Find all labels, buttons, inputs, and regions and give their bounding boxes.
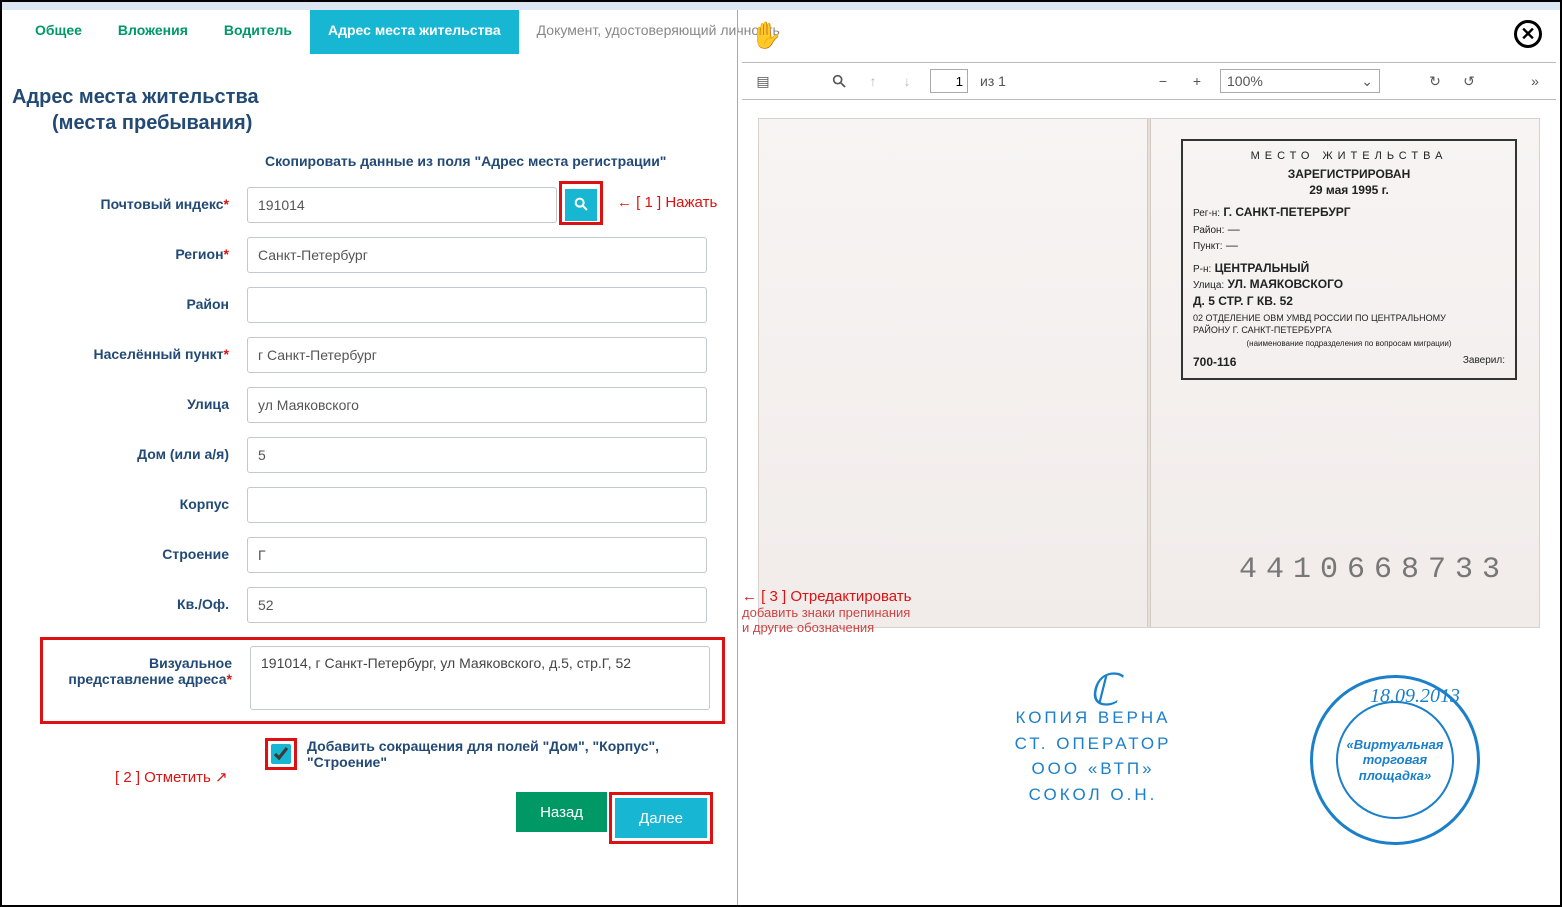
label-korpus: Корпус — [12, 487, 247, 512]
find-icon[interactable] — [828, 70, 850, 92]
rotate-ccw-icon[interactable]: ↺ — [1458, 70, 1480, 92]
locality-input[interactable] — [247, 337, 707, 373]
zoom-in-icon[interactable]: + — [1186, 70, 1208, 92]
tab-address[interactable]: Адрес места жительства — [310, 10, 519, 54]
back-button[interactable]: Назад — [516, 792, 607, 832]
sidebar-toggle-icon[interactable]: ▤ — [752, 70, 774, 92]
document-area[interactable]: МЕСТО ЖИТЕЛЬСТВА ЗАРЕГИСТРИРОВАН 29 мая … — [748, 106, 1550, 895]
passport-number: 4410668733 — [1193, 553, 1509, 587]
page-total-label: из 1 — [980, 73, 1006, 89]
postcode-search-button[interactable] — [565, 189, 597, 221]
label-locality: Населённый пункт — [12, 337, 247, 362]
visual-address-group: Визуальное представление адреса 191014, … — [40, 637, 725, 724]
tab-attachments[interactable]: Вложения — [100, 10, 206, 54]
form-pane: Общее Вложения Водитель Адрес места жите… — [2, 10, 737, 905]
annotation-1: ← [ 1 ] Нажать — [617, 194, 717, 211]
passport-scan: МЕСТО ЖИТЕЛЬСТВА ЗАРЕГИСТРИРОВАН 29 мая … — [758, 118, 1540, 628]
street-input[interactable] — [247, 387, 707, 423]
certification-area: ℂ КОПИЯ ВЕРНА СТ. ОПЕРАТОР ООО «ВТП» СОК… — [988, 675, 1510, 855]
page-subtitle: (места пребывания) — [12, 112, 727, 135]
page-up-icon[interactable]: ↑ — [862, 70, 884, 92]
building-input[interactable] — [247, 537, 707, 573]
registration-stamp: МЕСТО ЖИТЕЛЬСТВА ЗАРЕГИСТРИРОВАН 29 мая … — [1181, 139, 1517, 380]
more-tools-icon[interactable]: » — [1524, 70, 1546, 92]
round-seal: «Виртуальная торговая площадка» — [1310, 675, 1480, 845]
close-button[interactable]: ✕ — [1514, 20, 1542, 48]
rotate-cw-icon[interactable]: ↻ — [1424, 70, 1446, 92]
visual-address-textarea[interactable]: 191014, г Санкт-Петербург, ул Маяковског… — [250, 646, 710, 710]
annotation-box-next: Далее — [609, 792, 713, 844]
label-apt: Кв./Оф. — [12, 587, 247, 612]
abbrev-checkbox-label: Добавить сокращения для полей "Дом", "Ко… — [307, 738, 727, 770]
copy-verified-text: КОПИЯ ВЕРНА СТ. ОПЕРАТОР ООО «ВТП» СОКОЛ… — [988, 705, 1198, 807]
search-icon — [573, 196, 589, 215]
label-postcode: Почтовый индекс — [12, 187, 247, 212]
page-number-input[interactable] — [930, 69, 968, 93]
next-button[interactable]: Далее — [615, 798, 707, 838]
tabs-bar: Общее Вложения Водитель Адрес места жите… — [17, 10, 727, 54]
chevron-down-icon: ⌄ — [1361, 73, 1373, 90]
zoom-value: 100% — [1227, 73, 1263, 89]
district-input[interactable] — [247, 287, 707, 323]
page-down-icon[interactable]: ↓ — [896, 70, 918, 92]
copy-from-registration-link[interactable]: Скопировать данные из поля "Адрес места … — [265, 153, 727, 169]
house-input[interactable] — [247, 437, 707, 473]
label-region: Регион — [12, 237, 247, 262]
drag-icon[interactable]: ✋ — [750, 20, 782, 51]
viewer-toolbar: ▤ ↑ ↓ из 1 − + 100% ⌄ ↻ ↺ » — [742, 62, 1556, 100]
annotation-3: ← [ 3 ] Отредактировать добавить знаки п… — [742, 588, 912, 635]
annotation-2: [ 2 ] Отметить ↗ — [115, 768, 228, 786]
abbrev-checkbox[interactable] — [271, 744, 291, 764]
label-house: Дом (или а/я) — [12, 437, 247, 462]
tab-general[interactable]: Общее — [17, 10, 100, 54]
page-title: Адрес места жительства — [12, 84, 727, 110]
korpus-input[interactable] — [247, 487, 707, 523]
zoom-select[interactable]: 100% ⌄ — [1220, 69, 1380, 93]
document-viewer-pane: ✋ ✕ ▤ ↑ ↓ из 1 − + 100% ⌄ ↻ ↺ » — [737, 10, 1560, 905]
zoom-out-icon[interactable]: − — [1152, 70, 1174, 92]
apt-input[interactable] — [247, 587, 707, 623]
region-input[interactable] — [247, 237, 707, 273]
label-district: Район — [12, 287, 247, 312]
label-building: Строение — [12, 537, 247, 562]
label-visual: Визуальное представление адреса — [43, 646, 250, 687]
tab-driver[interactable]: Водитель — [206, 10, 310, 54]
annotation-box-2 — [265, 738, 297, 770]
postcode-input[interactable] — [247, 187, 557, 223]
label-street: Улица — [12, 387, 247, 412]
